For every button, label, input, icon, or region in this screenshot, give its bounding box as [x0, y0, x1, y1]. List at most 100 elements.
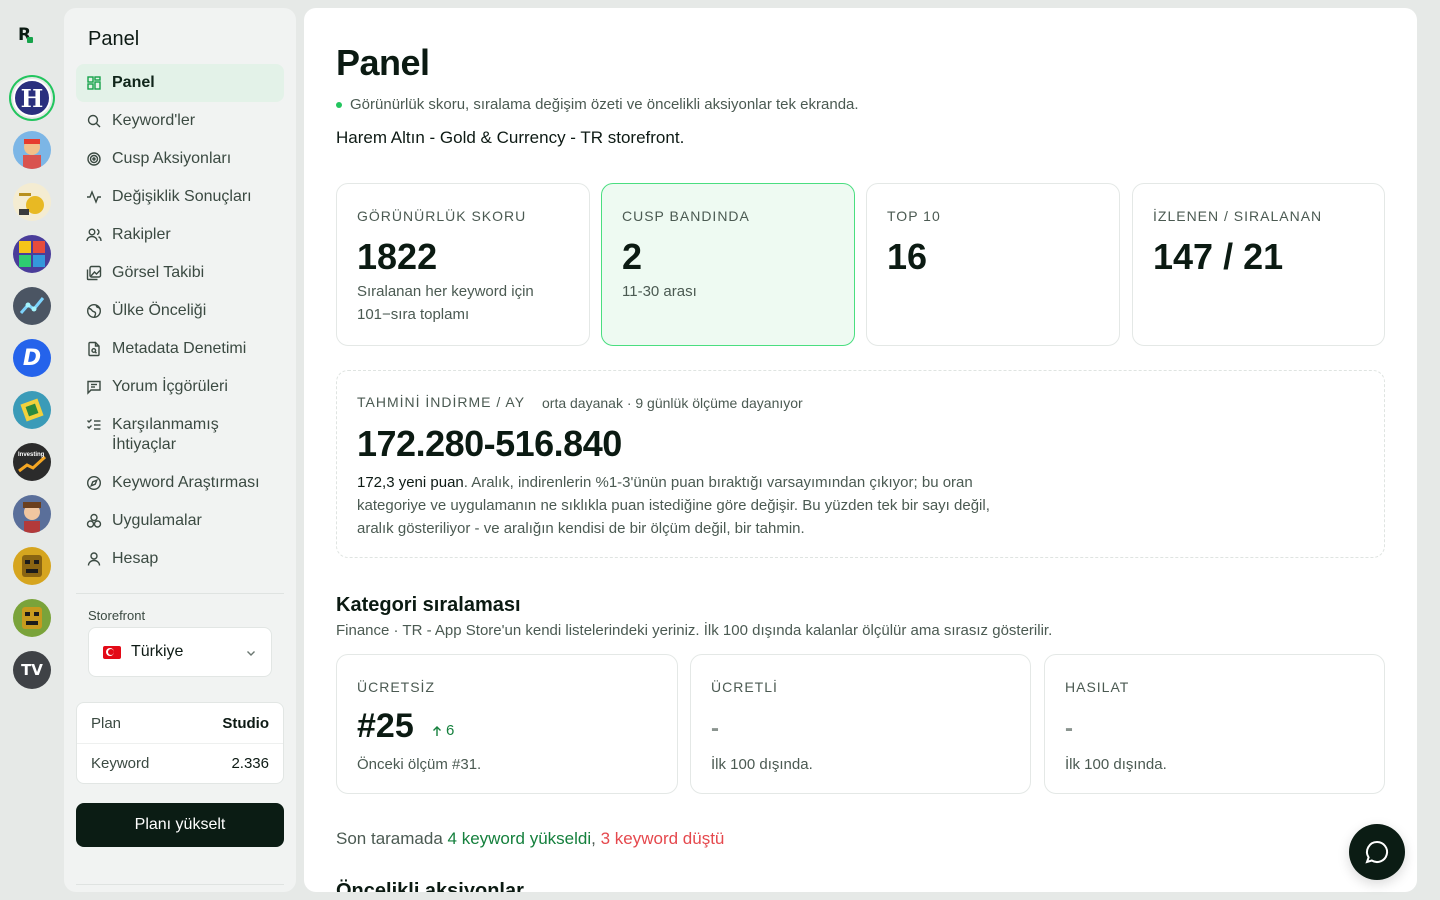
- sidebar-item-label: Keyword Araştırması: [112, 474, 260, 491]
- sidebar-item-label: Cusp Aksiyonları: [112, 150, 232, 167]
- sidebar-item-competitors[interactable]: Rakipler: [76, 216, 284, 254]
- stat-card-cusp[interactable]: CUSP BANDINDA 2 11-30 arası: [601, 183, 855, 346]
- stat-label: TOP 10: [887, 208, 941, 224]
- page-subtitle: Görünürlük skoru, sıralama değişim özeti…: [336, 96, 859, 113]
- scan-separator: ,: [591, 829, 601, 848]
- page-subtitle-text: Görünürlük skoru, sıralama değişim özeti…: [350, 96, 859, 113]
- sidebar-item-unmet-needs[interactable]: Karşılanmamış İhtiyaçlar: [76, 406, 284, 464]
- app-icon-altin[interactable]: [13, 183, 51, 221]
- dashboard-icon: [86, 75, 102, 91]
- download-estimate-card: TAHMİNİ İNDİRME / AY orta dayanak · 9 gü…: [336, 370, 1385, 558]
- sidebar-item-account[interactable]: Hesap: [76, 540, 284, 578]
- list-checks-icon: [86, 417, 102, 433]
- sidebar-item-label: Uygulamalar: [112, 512, 202, 529]
- rank-label: ÜCRETLİ: [711, 679, 778, 695]
- app-icon-tradingview[interactable]: TV: [13, 651, 51, 689]
- file-search-icon: [86, 341, 102, 357]
- rank-note: Önceki ölçüm #31.: [357, 756, 482, 773]
- app-icon-chart[interactable]: [13, 287, 51, 325]
- app-icon-d[interactable]: D: [13, 339, 51, 377]
- stat-label: CUSP BANDINDA: [622, 208, 750, 224]
- chevron-down-icon: [245, 646, 257, 658]
- new-ratings-count: 172,3 yeni puan: [357, 474, 464, 491]
- keyword-row: Keyword 2.336: [77, 743, 283, 783]
- arrow-up-icon: [433, 725, 441, 736]
- globe-icon: [86, 303, 102, 319]
- scan-prefix: Son taramada: [336, 829, 448, 848]
- stat-value: 16: [887, 236, 928, 277]
- chat-button[interactable]: [1349, 824, 1405, 880]
- priority-actions-title: Öncelikli aksiyonlar: [336, 880, 524, 892]
- rank-value: -: [711, 715, 719, 742]
- app-icon-block-puzzle[interactable]: [13, 235, 51, 273]
- category-ranking-title: Kategori sıralaması: [336, 594, 521, 616]
- app-icon-temple-run-2[interactable]: [13, 599, 51, 637]
- sidebar: Panel Panel Keyword'ler Cusp Aksiyonları…: [64, 8, 296, 892]
- rank-card-free: ÜCRETSİZ #25 6 Önceki ölçüm #31.: [336, 654, 678, 794]
- sidebar-item-apps[interactable]: Uygulamalar: [76, 502, 284, 540]
- upgrade-plan-button[interactable]: Planı yükselt: [76, 803, 284, 847]
- sidebar-title: Panel: [88, 28, 140, 50]
- stat-card-visibility: GÖRÜNÜRLÜK SKORU 1822 Sıralanan her keyw…: [336, 183, 590, 346]
- user-icon: [86, 551, 102, 567]
- plan-row: Plan Studio: [77, 703, 283, 743]
- app-icon-harem-altin[interactable]: H: [13, 79, 51, 117]
- rank-delta: 6: [431, 722, 454, 739]
- stat-value: 2: [622, 236, 643, 277]
- app-icon-temple-run[interactable]: [13, 547, 51, 585]
- sidebar-item-visual-tracking[interactable]: Görsel Takibi: [76, 254, 284, 292]
- sidebar-nav: Panel Keyword'ler Cusp Aksiyonları Değiş…: [76, 64, 284, 578]
- plan-summary: Plan Studio Keyword 2.336: [76, 702, 284, 784]
- sidebar-item-cusp-actions[interactable]: Cusp Aksiyonları: [76, 140, 284, 178]
- sidebar-item-keyword-research[interactable]: Keyword Araştırması: [76, 464, 284, 502]
- sidebar-item-label: Keyword'ler: [112, 112, 196, 129]
- rank-note: İlk 100 dışında.: [711, 756, 813, 773]
- sidebar-item-label: Değişiklik Sonuçları: [112, 188, 252, 205]
- chat-icon: [1365, 840, 1389, 864]
- sidebar-item-label: Yorum İçgörüleri: [112, 378, 228, 395]
- rank-card-grossing: HASILAT - İlk 100 dışında.: [1044, 654, 1385, 794]
- app-icon-hero-game[interactable]: [13, 495, 51, 533]
- keywords-down-link[interactable]: 3 keyword düştü: [601, 829, 725, 848]
- app-icon-geometry[interactable]: [13, 391, 51, 429]
- sidebar-item-review-insights[interactable]: Yorum İçgörüleri: [76, 368, 284, 406]
- compass-icon: [86, 475, 102, 491]
- storefront-label: Storefront: [88, 608, 146, 623]
- sidebar-item-label: Panel: [112, 74, 155, 91]
- stat-label: GÖRÜNÜRLÜK SKORU: [357, 208, 527, 224]
- storefront-value: Türkiye: [131, 643, 184, 660]
- app-icon-investing[interactable]: Investing: [13, 443, 51, 481]
- sidebar-item-label: Hesap: [112, 550, 159, 567]
- rank-card-paid: ÜCRETLİ - İlk 100 dışında.: [690, 654, 1031, 794]
- sidebar-item-metadata-audit[interactable]: Metadata Denetimi: [76, 330, 284, 368]
- keywords-up-link[interactable]: 4 keyword yükseldi: [448, 829, 592, 848]
- stat-card-top10: TOP 10 16: [866, 183, 1120, 346]
- stat-label: İZLENEN / SIRALANAN: [1153, 208, 1323, 224]
- estimate-note: orta dayanak · 9 günlük ölçüme dayanıyor: [542, 395, 803, 411]
- storefront-select[interactable]: Türkiye: [88, 627, 272, 677]
- activity-icon: [86, 189, 102, 205]
- stat-value: 147 / 21: [1153, 236, 1284, 277]
- estimate-value: 172.280-516.840: [357, 423, 622, 464]
- svg-text:Investing: Investing: [18, 452, 45, 458]
- rank-value: #25: [357, 707, 414, 745]
- category-ranking-subtitle: Finance · TR - App Store'un kendi listel…: [336, 622, 1053, 639]
- estimate-explanation: 172,3 yeni puan. Aralık, indirenlerin %1…: [357, 471, 997, 540]
- rank-note: İlk 100 dışında.: [1065, 756, 1167, 773]
- images-icon: [86, 265, 102, 281]
- rank-label: ÜCRETSİZ: [357, 679, 435, 695]
- plan-value: Studio: [222, 714, 269, 732]
- estimate-label: TAHMİNİ İNDİRME / AY: [357, 394, 526, 410]
- app-icon-subway-surfers[interactable]: [13, 131, 51, 169]
- search-icon: [86, 113, 102, 129]
- sidebar-item-label: Metadata Denetimi: [112, 340, 247, 357]
- sidebar-item-country-priority[interactable]: Ülke Önceliği: [76, 292, 284, 330]
- main-content: Panel Görünürlük skoru, sıralama değişim…: [304, 8, 1417, 892]
- sidebar-item-change-results[interactable]: Değişiklik Sonuçları: [76, 178, 284, 216]
- divider: [76, 884, 284, 885]
- sidebar-item-keywords[interactable]: Keyword'ler: [76, 102, 284, 140]
- rank-value: -: [1065, 715, 1073, 742]
- brand-logo[interactable]: R: [18, 25, 36, 45]
- sidebar-item-panel[interactable]: Panel: [76, 64, 284, 102]
- rank-delta-value: 6: [446, 722, 455, 739]
